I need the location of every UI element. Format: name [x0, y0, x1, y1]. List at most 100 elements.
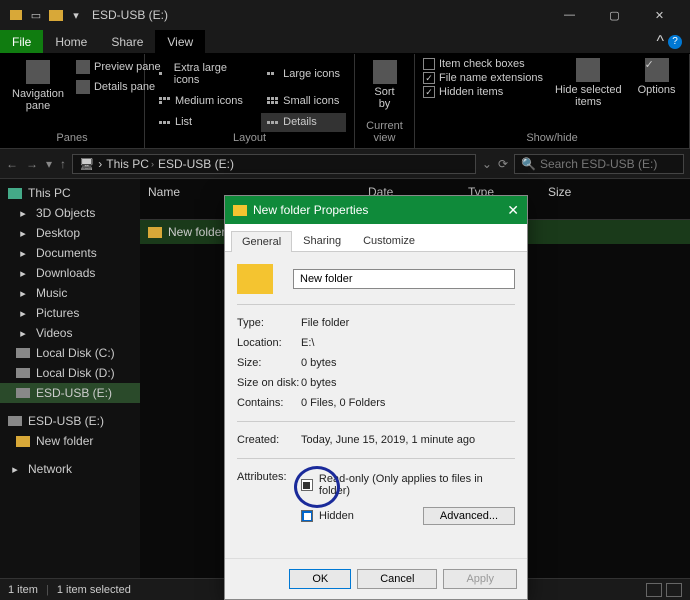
- dialog-close-button[interactable]: ✕: [507, 202, 519, 219]
- md-icon: [159, 97, 171, 104]
- sidebar-item[interactable]: Local Disk (C:): [0, 343, 140, 363]
- layout-large[interactable]: Large icons: [261, 58, 346, 89]
- folder-name-input[interactable]: [293, 269, 515, 289]
- cancel-button[interactable]: Cancel: [357, 569, 437, 589]
- sidebar-item[interactable]: ESD-USB (E:): [0, 383, 140, 403]
- file-extensions-toggle[interactable]: ✓File name extensions: [423, 72, 543, 84]
- sidebar-item-label: New folder: [36, 434, 93, 448]
- sidebar-item[interactable]: New folder: [0, 431, 140, 451]
- options-button[interactable]: ✓Options: [634, 58, 680, 132]
- minimize-button[interactable]: ―: [547, 0, 592, 30]
- dialog-body: Type:File folder Location:E:\ Size:0 byt…: [225, 252, 527, 558]
- sidebar-item-label: ESD-USB (E:): [28, 414, 104, 428]
- qat-properties-icon[interactable]: ▭: [28, 7, 44, 23]
- sidebar-item[interactable]: ▸Documents: [0, 243, 140, 263]
- breadcrumb[interactable]: 🖥 › This PC› ESD-USB (E:): [72, 154, 476, 174]
- type-label: Type:: [237, 317, 301, 329]
- net-icon: ▸: [8, 462, 22, 476]
- readonly-label: Read-only (Only applies to files in fold…: [319, 473, 515, 497]
- close-button[interactable]: ✕: [637, 0, 682, 30]
- qat-dropdown-icon[interactable]: ▾: [68, 7, 84, 23]
- details-view-button[interactable]: [646, 583, 662, 597]
- music-icon: ▸: [16, 286, 30, 300]
- nav-tree: This PC▸3D Objects▸Desktop▸Documents▸Dow…: [0, 179, 140, 578]
- details-icon: [76, 80, 90, 94]
- ok-button[interactable]: OK: [289, 569, 351, 589]
- pc-icon: 🖥: [79, 157, 94, 171]
- forward-button[interactable]: →: [26, 157, 38, 171]
- back-button[interactable]: ←: [6, 157, 18, 171]
- hidden-checkbox[interactable]: [301, 510, 313, 522]
- crumb-drive[interactable]: ESD-USB (E:): [158, 157, 234, 171]
- sidebar-item-label: Downloads: [36, 266, 95, 280]
- pic-icon: ▸: [16, 306, 30, 320]
- current-view-label: Current view: [363, 120, 406, 144]
- thumbnails-view-button[interactable]: [666, 583, 682, 597]
- search-icon: 🔍: [521, 157, 536, 171]
- properties-dialog: New folder Properties ✕ General Sharing …: [224, 195, 528, 600]
- dialog-titlebar[interactable]: New folder Properties ✕: [225, 196, 527, 224]
- sm-icon: [267, 97, 279, 104]
- sidebar-item-label: Local Disk (D:): [36, 366, 115, 380]
- sidebar-item-label: Desktop: [36, 226, 80, 240]
- ribbon-collapse[interactable]: ^?: [648, 30, 690, 53]
- qat-newfolder-icon[interactable]: [48, 7, 64, 23]
- hide-selected-button[interactable]: Hide selected items: [551, 58, 626, 132]
- tab-home[interactable]: Home: [43, 30, 99, 53]
- tab-general[interactable]: General: [231, 231, 292, 252]
- sidebar-item-label: Videos: [36, 326, 72, 340]
- sidebar-item[interactable]: ▸Music: [0, 283, 140, 303]
- layout-extra-large[interactable]: Extra large icons: [153, 58, 253, 89]
- hide-icon: [576, 58, 600, 82]
- navigation-pane-button[interactable]: Navigation pane: [8, 58, 68, 132]
- up-button[interactable]: ↑: [60, 157, 66, 171]
- sidebar-item[interactable]: ▸ Downloads: [0, 263, 140, 283]
- crumb-this-pc[interactable]: This PC›: [106, 157, 154, 171]
- readonly-checkbox[interactable]: [301, 479, 313, 491]
- hidden-items-toggle[interactable]: ✓Hidden items: [423, 86, 543, 98]
- layout-medium[interactable]: Medium icons: [153, 91, 253, 110]
- col-size[interactable]: Size: [540, 183, 600, 215]
- sidebar-item-label: Pictures: [36, 306, 79, 320]
- sidebar-item-label: 3D Objects: [36, 206, 95, 220]
- tab-sharing[interactable]: Sharing: [292, 230, 352, 251]
- panes-group-label: Panes: [8, 132, 136, 144]
- sidebar-item[interactable]: Local Disk (D:): [0, 363, 140, 383]
- sidebar-item[interactable]: ▸ Network: [0, 459, 140, 479]
- folder-icon: [148, 227, 162, 238]
- refresh-button[interactable]: ⟳: [498, 157, 508, 171]
- layout-list[interactable]: List: [153, 113, 253, 132]
- tab-view[interactable]: View: [155, 30, 205, 53]
- contains-value: 0 Files, 0 Folders: [301, 397, 515, 409]
- sidebar-item-label: Network: [28, 462, 72, 476]
- tab-customize[interactable]: Customize: [352, 230, 426, 251]
- sizeondisk-label: Size on disk:: [237, 377, 301, 389]
- details-layout-icon: [267, 121, 279, 124]
- sidebar-item[interactable]: ESD-USB (E:): [0, 411, 140, 431]
- dl-icon: ▸: [16, 266, 30, 280]
- item-checkboxes-toggle[interactable]: Item check boxes: [423, 58, 543, 70]
- folder-icon: [233, 205, 247, 216]
- tab-share[interactable]: Share: [99, 30, 155, 53]
- options-icon: ✓: [645, 58, 669, 82]
- sidebar-item[interactable]: ▸Desktop: [0, 223, 140, 243]
- apply-button[interactable]: Apply: [443, 569, 517, 589]
- layout-small[interactable]: Small icons: [261, 91, 346, 110]
- recent-dropdown[interactable]: ▾: [46, 157, 52, 171]
- advanced-button[interactable]: Advanced...: [423, 507, 515, 525]
- search-input[interactable]: 🔍Search ESD-USB (E:): [514, 154, 684, 174]
- sort-by-button[interactable]: Sort by: [369, 60, 401, 110]
- doc-icon: ▸: [16, 246, 30, 260]
- showhide-group-label: Show/hide: [423, 132, 681, 144]
- sidebar-item[interactable]: ▸3D Objects: [0, 203, 140, 223]
- tab-file[interactable]: File: [0, 30, 43, 53]
- sidebar-item[interactable]: This PC: [0, 183, 140, 203]
- preview-icon: [76, 60, 90, 74]
- layout-details[interactable]: Details: [261, 113, 346, 132]
- address-dropdown[interactable]: ⌄: [482, 157, 492, 171]
- help-icon[interactable]: ?: [668, 35, 682, 49]
- list-icon: [159, 121, 171, 124]
- maximize-button[interactable]: ▢: [592, 0, 637, 30]
- sidebar-item[interactable]: ▸Videos: [0, 323, 140, 343]
- sidebar-item[interactable]: ▸ Pictures: [0, 303, 140, 323]
